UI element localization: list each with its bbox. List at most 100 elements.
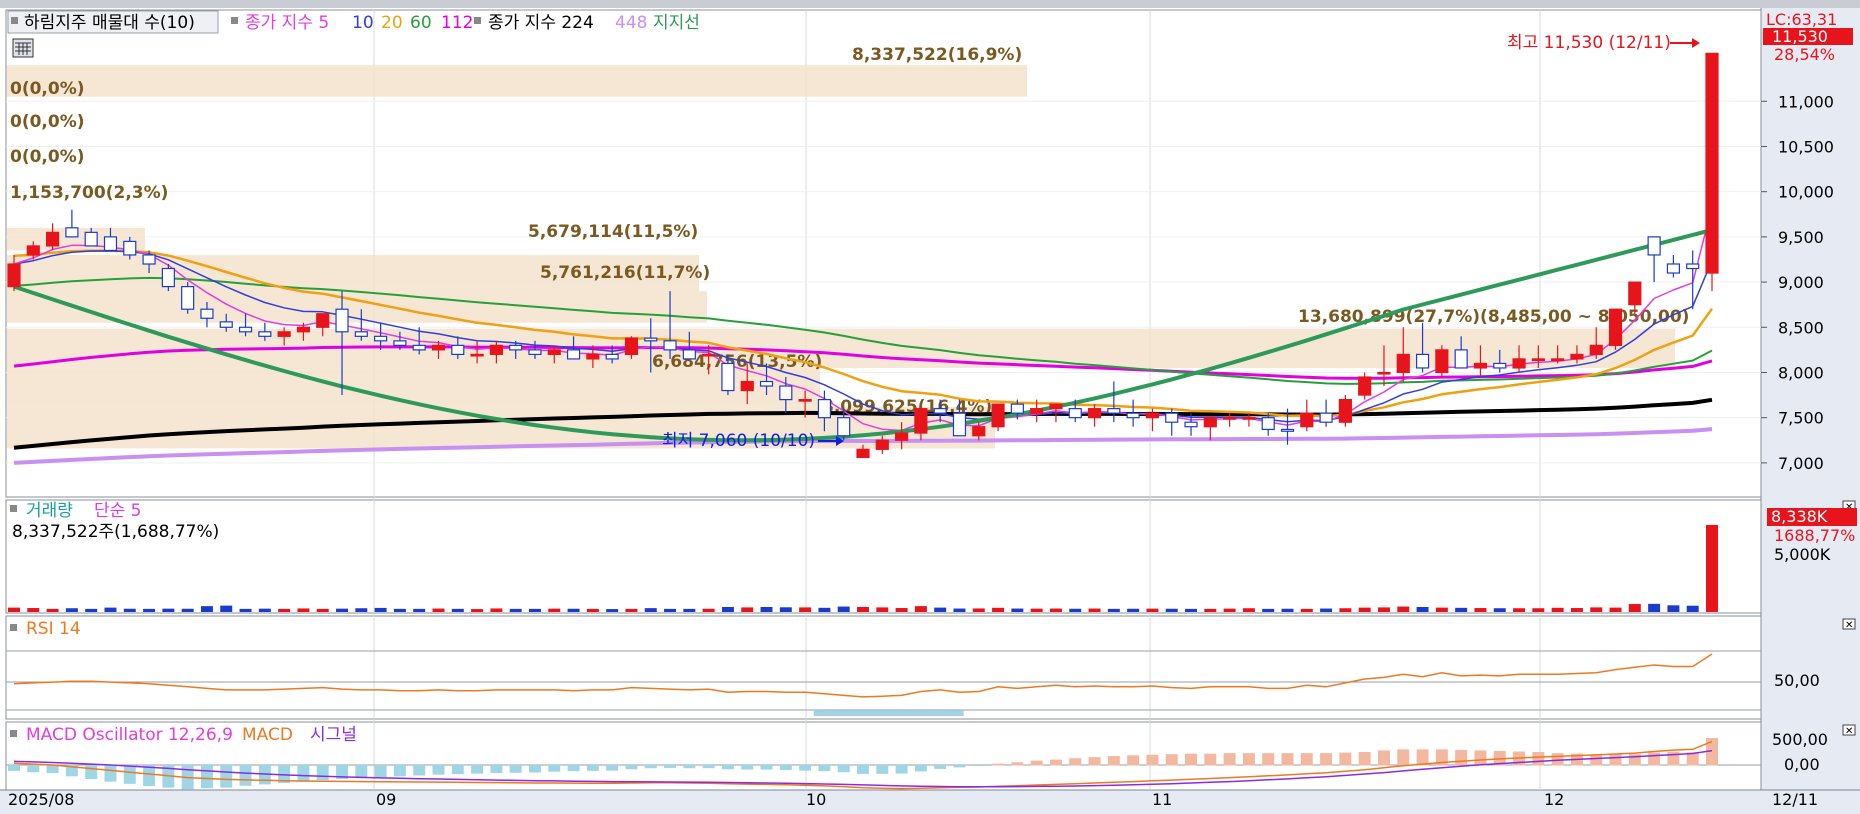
candle-body	[895, 432, 909, 441]
candle-body	[1184, 421, 1198, 428]
legend-ma5[interactable]: 종가 지수 5	[245, 13, 329, 33]
volume-legend-ma[interactable]: 단순 5	[94, 501, 142, 521]
legend-ma60[interactable]: 60	[410, 13, 432, 33]
legend-marker-icon	[11, 17, 18, 24]
legend-ma112[interactable]: 112	[441, 13, 473, 33]
candle-body	[123, 240, 137, 256]
calculator-icon[interactable]	[12, 38, 34, 58]
candle	[1338, 395, 1352, 427]
macd-oscillator-bar	[606, 765, 619, 771]
candle-body	[1686, 263, 1700, 270]
volume-bar	[721, 606, 734, 612]
legend-title[interactable]: 하림지주 매물대 수(10)	[24, 13, 195, 33]
volume-bar	[1088, 608, 1101, 612]
volume-bar	[953, 608, 966, 612]
macd-oscillator-bar	[625, 765, 638, 770]
macd-legend-signal[interactable]: 시그널	[310, 725, 357, 745]
candle-body	[1165, 412, 1179, 423]
candle-body	[779, 385, 793, 401]
candle-body	[547, 349, 561, 356]
candle-body	[277, 331, 291, 337]
volume-bar	[1648, 603, 1661, 612]
volume-bar	[297, 608, 310, 612]
price-axis-label: 9,500	[1778, 228, 1824, 247]
candle-body	[1049, 403, 1063, 410]
legend-support[interactable]: 지지선	[653, 13, 700, 33]
rsi-legend-title[interactable]: RSI 14	[26, 619, 81, 639]
volume-bar	[162, 608, 175, 612]
volume-bar	[683, 608, 696, 612]
legend-ma448[interactable]: 448	[615, 13, 647, 33]
volume-bar	[1493, 608, 1506, 612]
legend-ma224[interactable]: 종가 지수 224	[488, 13, 594, 33]
volume-axis-tick: 5,000K	[1774, 545, 1831, 564]
macd-oscillator-bar	[837, 765, 850, 773]
macd-oscillator-bar	[953, 765, 966, 768]
macd-oscillator-bar	[992, 763, 1005, 766]
macd-oscillator-bar	[104, 765, 117, 782]
macd-oscillator-bar	[220, 765, 233, 788]
candle-body	[219, 321, 233, 328]
candle-body	[509, 344, 523, 351]
close-icon[interactable]: ✕	[1842, 724, 1856, 737]
candle-body	[7, 263, 21, 288]
macd-oscillator-bar	[1223, 753, 1236, 766]
volume-bar	[239, 608, 252, 612]
macd-oscillator-bar	[1185, 753, 1198, 766]
price-axis-label: 7,500	[1778, 409, 1824, 428]
candle-body	[84, 231, 98, 247]
volume-bar	[837, 606, 850, 612]
candle-body	[1647, 236, 1661, 256]
price-panel[interactable]: 0(0,0%) 0(0,0%) 0(0,0%) 8,337,522(16,9%) 1,1…	[0, 0, 1860, 814]
candle-body	[1705, 52, 1719, 274]
macd-oscillator-bar	[664, 765, 677, 768]
legend-ma20[interactable]: 20	[381, 13, 403, 33]
volume-bar	[1590, 607, 1603, 612]
volume-bar	[895, 608, 908, 612]
candle-body	[528, 349, 542, 356]
candle-body	[489, 344, 503, 355]
candle-body	[1531, 358, 1545, 362]
volume-bar	[374, 607, 387, 612]
volume-bar	[316, 608, 329, 612]
volume-bar	[779, 607, 792, 612]
candle-body	[1473, 362, 1488, 369]
candle	[1705, 52, 1719, 292]
volume-bar	[432, 608, 445, 612]
volume-bar	[1435, 607, 1448, 612]
candle-body	[566, 349, 581, 360]
candle-body	[1145, 412, 1160, 419]
volume-bar	[336, 608, 349, 612]
candle-body	[702, 353, 716, 357]
candle-body	[335, 308, 349, 333]
volume-bar	[1069, 608, 1082, 612]
macd-oscillator-bar	[857, 765, 869, 774]
macd-oscillator-bar	[27, 765, 40, 773]
candle	[1358, 372, 1372, 400]
candle-body	[605, 353, 619, 360]
volume-bar	[741, 607, 754, 612]
macd-axis-tick: 0,00	[1784, 755, 1820, 774]
volume-bar	[1127, 608, 1140, 612]
macd-oscillator-bar	[471, 765, 484, 774]
candle-body	[1319, 412, 1333, 423]
volume-profile-label: 0(0,0%)	[10, 79, 85, 99]
volume-bar	[1262, 608, 1275, 612]
candle-body	[721, 362, 735, 392]
candle-body	[972, 426, 986, 437]
volume-legend-title[interactable]: 거래량	[26, 501, 73, 521]
candle-body	[1415, 353, 1430, 369]
macd-oscillator-bar	[46, 765, 59, 774]
candle	[1608, 308, 1623, 350]
close-icon[interactable]: ✕	[1842, 618, 1856, 631]
volume-bar	[1011, 608, 1024, 612]
volume-bar	[143, 608, 156, 612]
candle-body	[933, 408, 947, 414]
macd-oscillator-bar	[316, 765, 329, 781]
legend-ma10[interactable]: 10	[352, 13, 374, 33]
rsi-oversold-shade	[813, 710, 964, 716]
macd-legend-macd[interactable]: MACD	[242, 725, 293, 745]
macd-oscillator-bar	[1551, 753, 1564, 766]
macd-oscillator-bar	[509, 765, 522, 773]
macd-legend-title[interactable]: MACD Oscillator 12,26,9	[26, 725, 233, 745]
